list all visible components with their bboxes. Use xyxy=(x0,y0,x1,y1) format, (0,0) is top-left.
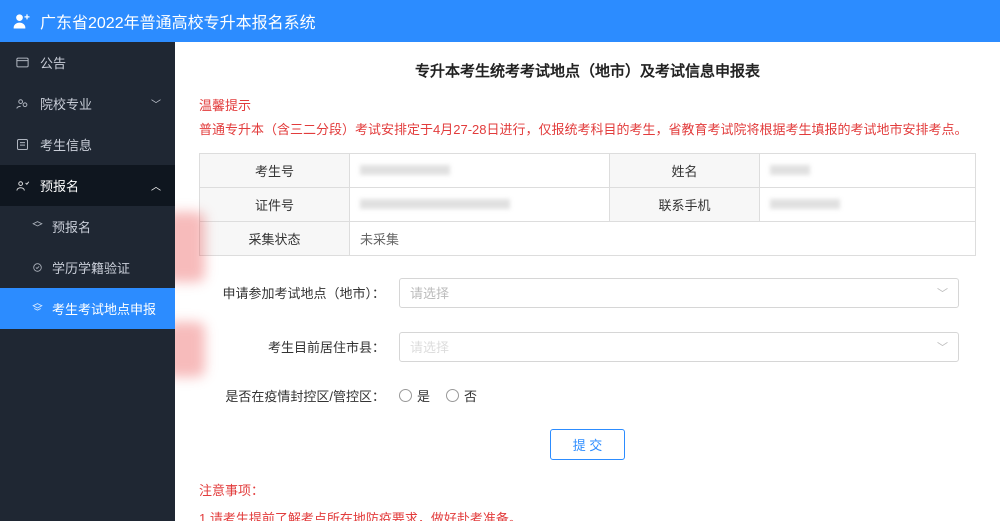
select-placeholder: 请选择 xyxy=(410,337,449,356)
chevron-up-icon: ︿ xyxy=(151,178,161,193)
radio-label: 否 xyxy=(464,386,477,405)
sidebar-sub-preregister[interactable]: 预报名 xyxy=(0,206,175,247)
sidebar-item-label: 预报名 xyxy=(40,176,79,195)
sidebar-item-candidate-info[interactable]: 考生信息 xyxy=(0,124,175,165)
sidebar: 公告 院校专业 ﹀ 考生信息 预报名 ︿ 预报名 xyxy=(0,42,175,521)
announcement-icon xyxy=(14,55,30,71)
radio-no[interactable]: 否 xyxy=(446,386,477,405)
radio-icon xyxy=(399,389,412,402)
table-label-id: 证件号 xyxy=(200,187,350,221)
hint-label: 温馨提示 xyxy=(199,95,976,114)
sidebar-sub-label: 学历学籍验证 xyxy=(52,258,130,277)
verify-icon xyxy=(30,261,44,275)
radio-yes[interactable]: 是 xyxy=(399,386,430,405)
radio-icon xyxy=(446,389,459,402)
table-value-collect: 未采集 xyxy=(350,221,976,255)
sidebar-item-school-major[interactable]: 院校专业 ﹀ xyxy=(0,83,175,124)
doc-icon xyxy=(30,220,44,234)
select-exam-location[interactable]: 请选择 ﹀ xyxy=(399,278,959,308)
page-title: 专升本考生统考考试地点（地市）及考试信息申报表 xyxy=(199,60,976,81)
info-icon xyxy=(14,137,30,153)
sidebar-sub-verify[interactable]: 学历学籍验证 xyxy=(0,247,175,288)
candidate-info-table: 考生号 姓名 证件号 联系手机 采集状态 未采集 xyxy=(199,153,976,256)
school-icon xyxy=(14,96,30,112)
sidebar-item-preregister[interactable]: 预报名 ︿ xyxy=(0,165,175,206)
radio-label: 是 xyxy=(417,386,430,405)
table-value-phone xyxy=(760,187,976,221)
form-label-quarantine: 是否在疫情封控区/管控区： xyxy=(199,386,399,405)
sidebar-item-label: 公告 xyxy=(40,53,66,72)
sidebar-item-announcement[interactable]: 公告 xyxy=(0,42,175,83)
form-label-residence: 考生目前居住市县： xyxy=(199,337,399,356)
sidebar-item-label: 考生信息 xyxy=(40,135,92,154)
table-value-candidate-no xyxy=(350,153,610,187)
table-label-phone: 联系手机 xyxy=(610,187,760,221)
sidebar-sub-exam-location[interactable]: 考生考试地点申报 xyxy=(0,288,175,329)
table-value-name xyxy=(760,153,976,187)
register-icon xyxy=(14,178,30,194)
location-icon xyxy=(30,302,44,316)
table-label-candidate-no: 考生号 xyxy=(200,153,350,187)
table-label-collect: 采集状态 xyxy=(200,221,350,255)
select-placeholder: 请选择 xyxy=(410,283,449,302)
sidebar-item-label: 院校专业 xyxy=(40,94,92,113)
form-label-location: 申请参加考试地点（地市）： xyxy=(199,283,399,302)
table-value-id xyxy=(350,187,610,221)
chevron-down-icon: ﹀ xyxy=(937,339,948,355)
select-residence[interactable]: 请选择 ﹀ xyxy=(399,332,959,362)
note-1: 1.请考生提前了解考点所在地防疫要求，做好赴考准备。 xyxy=(199,509,976,521)
submit-button[interactable]: 提 交 xyxy=(550,429,626,460)
table-label-name: 姓名 xyxy=(610,153,760,187)
app-logo-icon xyxy=(12,11,32,31)
radio-group-quarantine: 是 否 xyxy=(399,386,477,405)
app-title: 广东省2022年普通高校专升本报名系统 xyxy=(40,9,316,33)
top-header: 广东省2022年普通高校专升本报名系统 xyxy=(0,0,1000,42)
hint-text: 普通专升本（含三二分段）考试安排定于4月27-28日进行，仅报统考科目的考生，省… xyxy=(199,120,976,141)
notes-label: 注意事项： xyxy=(199,480,976,499)
chevron-down-icon: ﹀ xyxy=(937,285,948,301)
chevron-down-icon: ﹀ xyxy=(151,96,161,111)
sidebar-sub-label: 预报名 xyxy=(52,217,91,236)
main-content: 专升本考生统考考试地点（地市）及考试信息申报表 温馨提示 普通专升本（含三二分段… xyxy=(175,42,1000,521)
sidebar-sub-label: 考生考试地点申报 xyxy=(52,299,156,318)
